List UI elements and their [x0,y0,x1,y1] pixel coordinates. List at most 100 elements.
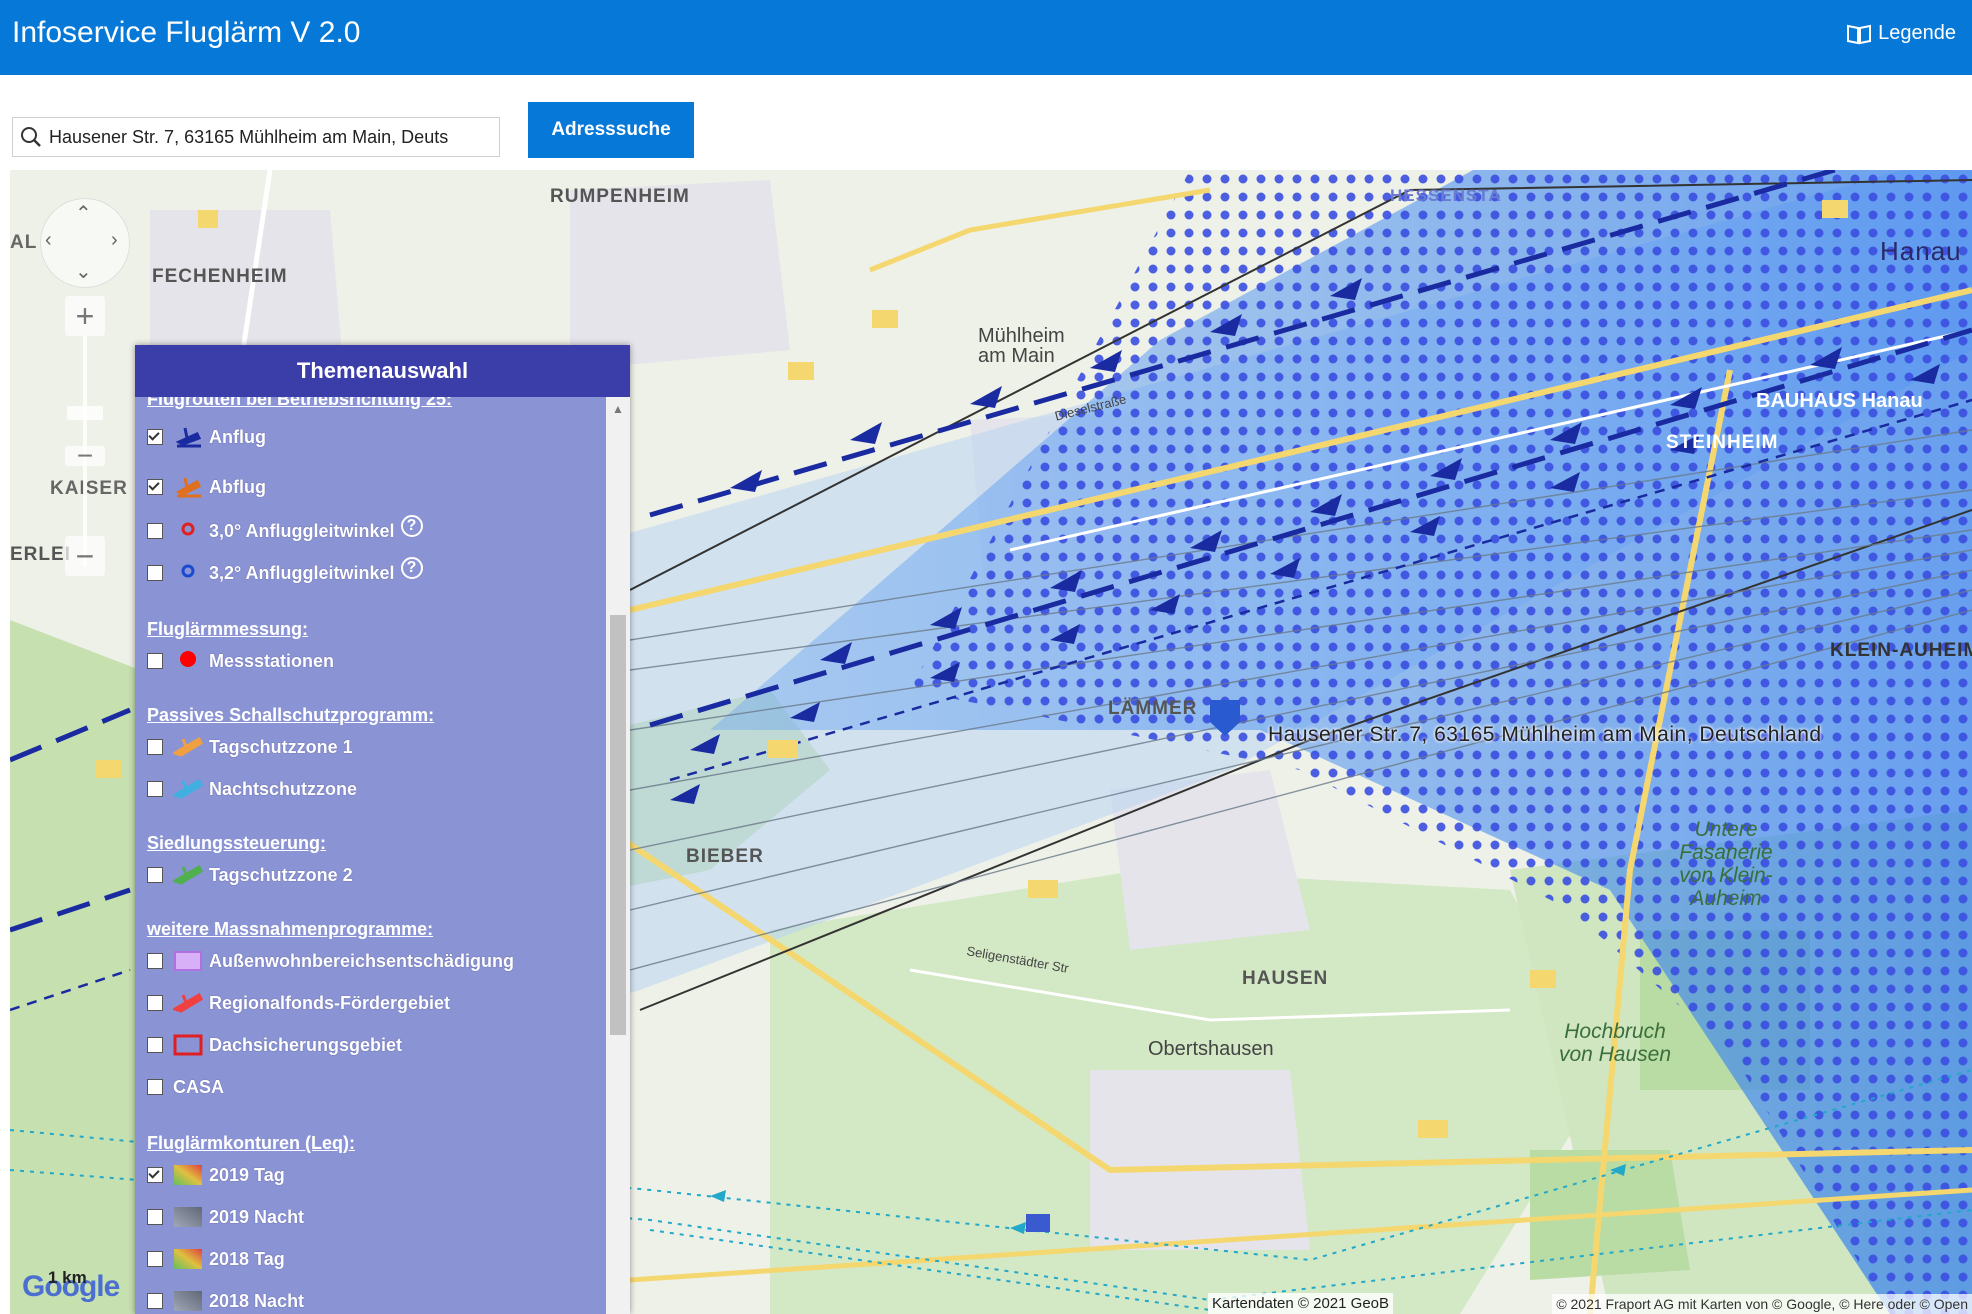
map-attribution[interactable]: Kartendaten © 2021 GeoB [1208,1293,1394,1314]
top-bar: Infoservice Fluglärm V 2.0 Legende [0,0,1972,75]
gradient-color-icon [173,1246,203,1272]
checkbox[interactable] [147,867,163,883]
checkbox[interactable] [147,995,163,1011]
section-title-fluglaermmessung: Fluglärmmessung: [147,619,309,639]
map-label-hochbruch: Hochbruch von Hausen [1558,1020,1672,1066]
plane-cyan-icon [173,776,203,802]
gradient-color-icon [173,1162,203,1188]
map-label-muehlheim: Mühlheim am Main [978,325,1065,367]
gradient-gray-icon [173,1288,203,1314]
map-label-bieber: BIEBER [686,846,764,867]
zoom-control: + − − [65,296,105,646]
map-label-bauhaus: BAUHAUS Hanau [1756,390,1923,412]
map-label-klein-auheim: KLEIN-AUHEIM [1830,640,1972,661]
layer-regionalfonds[interactable]: Regionalfonds-Fördergebiet [147,987,450,1019]
scroll-up-icon[interactable]: ▲ [606,397,630,421]
help-icon[interactable]: ? [400,515,423,537]
layer-3-0-anfluggleitwinkel[interactable]: 3,0° Anfluggleitwinkel ? [147,515,423,547]
section-title-laermkonturen: Fluglärmkonturen (Leq): [147,1133,355,1153]
map-label-laemmer: LÄMMER [1108,698,1198,719]
map-label-hessen: HESSENSTA [1390,186,1502,205]
map-label-al: AL [10,232,38,253]
layer-3-2-anfluggleitwinkel[interactable]: 3,2° Anfluggleitwinkel ? [147,557,423,589]
checkbox[interactable] [147,1251,163,1267]
checkbox[interactable] [147,1167,163,1183]
search-icon [13,117,49,157]
book-icon [1847,24,1872,44]
pan-up-icon[interactable]: ⌃ [75,201,92,226]
layer-2019-nacht[interactable]: 2019 Nacht [147,1201,304,1233]
legend-button[interactable]: Legende [1846,22,1956,45]
layer-anflug[interactable]: Anflug [147,421,266,453]
panel-title: Themenauswahl [135,345,630,397]
checkbox[interactable] [147,1293,163,1309]
layer-nachtschutzzone[interactable]: Nachtschutzzone [147,773,357,805]
checkbox[interactable] [147,739,163,755]
section-title-flugrouten: Flugrouten bei Betriebsrichtung 25: [147,397,453,409]
plane-red-icon [173,990,203,1016]
map-label-fechenheim: FECHENHEIM [152,266,288,287]
map-pan-control[interactable]: ⌃ ⌄ ‹ › [40,198,130,288]
map-label-hanau: Hanau [1880,236,1962,266]
purple-box-icon [173,948,203,974]
layer-2018-tag[interactable]: 2018 Tag [147,1243,285,1275]
map-label-erlei: ERLEI [10,544,71,565]
theme-panel: Themenauswahl Flugrouten bei Betriebsric… [135,345,630,1314]
map-label-rumpenheim: RUMPENHEIM [550,186,690,207]
checkbox[interactable] [147,565,163,581]
checkbox[interactable] [147,523,163,539]
checkbox[interactable] [147,429,163,445]
plane-orange-icon [173,734,203,760]
layer-dachsicherung[interactable]: Dachsicherungsgebiet [147,1029,402,1061]
checkbox[interactable] [147,653,163,669]
layer-abflug[interactable]: Abflug [147,471,266,503]
plane-landing-icon [173,424,203,450]
section-title-schallschutz: Passives Schallschutzprogramm: [147,705,435,725]
layer-casa[interactable]: CASA [147,1071,224,1103]
layer-2019-tag[interactable]: 2019 Tag [147,1159,285,1191]
red-circle-icon [173,518,203,544]
checkbox[interactable] [147,953,163,969]
address-marker-label: Hausener Str. 7, 63165 Mühlheim am Main,… [1268,723,1822,746]
pan-left-icon[interactable]: ‹ [45,229,52,252]
address-search-input[interactable] [49,119,489,155]
checkbox[interactable] [147,1037,163,1053]
layer-aussenwohnbereich[interactable]: Außenwohnbereichsentschädigung [147,945,514,977]
legend-label: Legende [1878,22,1956,44]
copyright-attribution[interactable]: © 2021 Fraport AG mit Karten von © Googl… [1552,1294,1972,1314]
zoom-in-button[interactable]: + [65,296,105,336]
zoom-level-marker[interactable]: − [65,440,105,471]
layer-tagschutzzone-2[interactable]: Tagschutzzone 2 [147,859,353,891]
checkbox[interactable] [147,479,163,495]
map-label-steinheim: STEINHEIM [1666,432,1779,453]
checkbox[interactable] [147,1209,163,1225]
layer-messstationen[interactable]: Messstationen [147,645,334,677]
scale-label: 1 km [48,1268,87,1287]
plane-green-icon [173,862,203,888]
layer-tagschutzzone-1[interactable]: Tagschutzzone 1 [147,731,353,763]
zoom-slider-handle[interactable] [67,406,103,420]
blue-circle-icon [173,560,203,586]
pan-right-icon[interactable]: › [111,229,118,252]
red-rect-icon [173,1032,203,1058]
checkbox[interactable] [147,1079,163,1095]
map-label-hausen: HAUSEN [1242,968,1329,989]
red-dot-icon [173,648,203,674]
pan-down-icon[interactable]: ⌄ [75,259,92,284]
gradient-gray-icon [173,1204,203,1230]
help-icon[interactable]: ? [400,557,423,579]
map-label-fasanerie: Untere Fasanerie von Klein-Auheim [1679,818,1773,910]
plane-takeoff-icon [173,474,203,500]
panel-body: Flugrouten bei Betriebsrichtung 25: Anfl… [135,397,605,1314]
checkbox[interactable] [147,781,163,797]
layer-2018-nacht[interactable]: 2018 Nacht [147,1285,304,1314]
address-search-button[interactable]: Adresssuche [528,102,694,158]
app-title: Infoservice Fluglärm V 2.0 [12,16,361,49]
panel-scrollbar[interactable]: ▲ [606,397,630,1314]
section-title-siedlungssteuerung: Siedlungssteuerung: [147,833,327,853]
map-label-obertshausen: Obertshausen [1148,1038,1274,1060]
zoom-out-button[interactable]: − [65,536,105,576]
section-title-massnahmen: weitere Massnahmenprogramme: [147,919,434,939]
search-box [12,117,500,157]
scroll-thumb[interactable] [610,615,626,1035]
